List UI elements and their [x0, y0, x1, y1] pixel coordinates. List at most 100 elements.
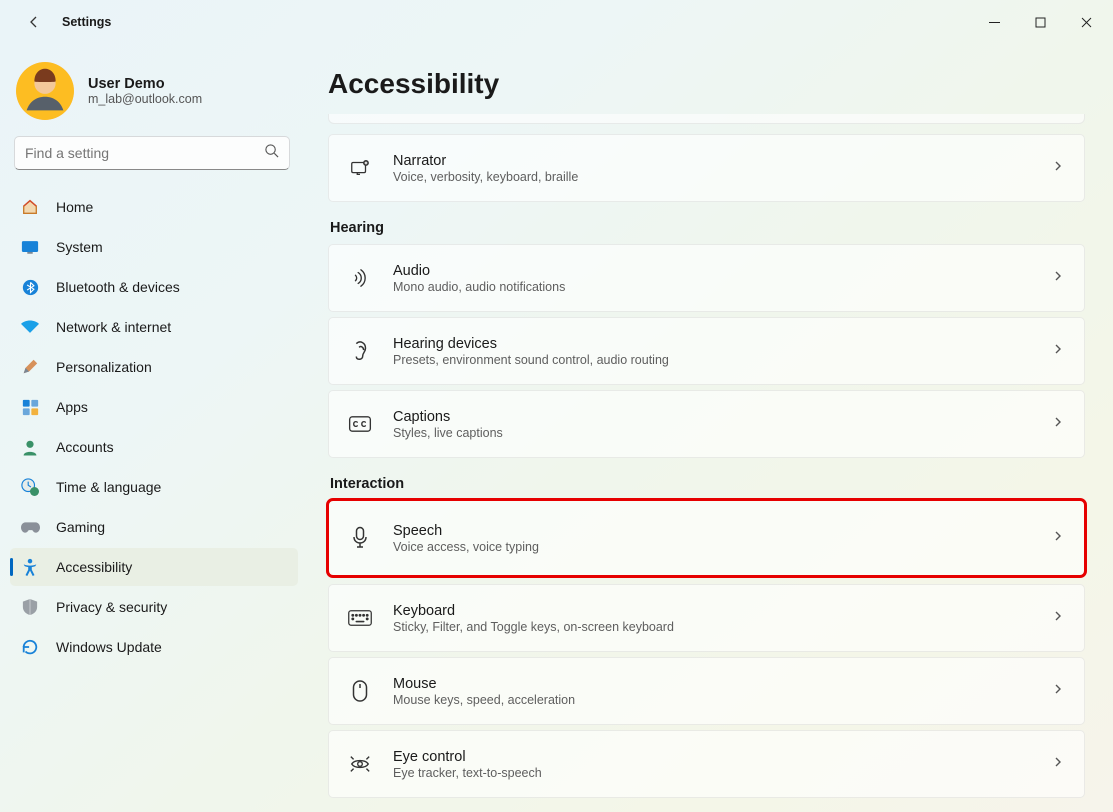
minimize-button[interactable]: [971, 6, 1017, 38]
profile-name: User Demo: [88, 76, 202, 92]
app-title: Settings: [62, 15, 111, 29]
nav-accounts[interactable]: Accounts: [10, 428, 298, 466]
nav-label: Network & internet: [56, 319, 171, 335]
nav-personalization[interactable]: Personalization: [10, 348, 298, 386]
audio-icon: [347, 265, 373, 291]
card-title: Keyboard: [393, 603, 1052, 619]
wifi-icon: [20, 317, 40, 337]
bluetooth-icon: [20, 277, 40, 297]
mouse-icon: [347, 678, 373, 704]
nav-label: Windows Update: [56, 639, 162, 655]
avatar: [16, 62, 74, 120]
brush-icon: [20, 357, 40, 377]
minimize-icon: [989, 17, 1000, 28]
nav-accessibility[interactable]: Accessibility: [10, 548, 298, 586]
back-button[interactable]: [18, 6, 50, 38]
card-subtitle: Mono audio, audio notifications: [393, 280, 1052, 294]
card-subtitle: Styles, live captions: [393, 426, 1052, 440]
nav-time-language[interactable]: Time & language: [10, 468, 298, 506]
card-subtitle: Voice, verbosity, keyboard, braille: [393, 170, 1052, 184]
nav-apps[interactable]: Apps: [10, 388, 298, 426]
card-title: Eye control: [393, 749, 1052, 765]
nav-privacy[interactable]: Privacy & security: [10, 588, 298, 626]
nav-bluetooth[interactable]: Bluetooth & devices: [10, 268, 298, 306]
card-subtitle: Eye tracker, text-to-speech: [393, 766, 1052, 780]
nav: Home System Bluetooth & devices Network …: [6, 188, 298, 666]
clock-globe-icon: [20, 477, 40, 497]
card-title: Narrator: [393, 153, 1052, 169]
card-speech[interactable]: Speech Voice access, voice typing: [328, 500, 1085, 576]
window-controls: [971, 6, 1109, 38]
nav-windows-update[interactable]: Windows Update: [10, 628, 298, 666]
card-title: Audio: [393, 263, 1052, 279]
chevron-right-icon: [1052, 529, 1064, 547]
close-button[interactable]: [1063, 6, 1109, 38]
system-icon: [20, 237, 40, 257]
title-bar: Settings: [0, 0, 1113, 44]
card-audio[interactable]: Audio Mono audio, audio notifications: [328, 244, 1085, 312]
shield-icon: [20, 597, 40, 617]
card-keyboard[interactable]: Keyboard Sticky, Filter, and Toggle keys…: [328, 584, 1085, 652]
maximize-icon: [1035, 17, 1046, 28]
card-eye-control[interactable]: Eye control Eye tracker, text-to-speech: [328, 730, 1085, 798]
card-mouse[interactable]: Mouse Mouse keys, speed, acceleration: [328, 657, 1085, 725]
main-content: Accessibility Narrator Voice, verbosity,…: [310, 44, 1113, 812]
page-title: Accessibility: [328, 68, 1085, 100]
apps-icon: [20, 397, 40, 417]
card-hearing-devices[interactable]: Hearing devices Presets, environment sou…: [328, 317, 1085, 385]
maximize-button[interactable]: [1017, 6, 1063, 38]
eye-icon: [347, 751, 373, 777]
card-captions[interactable]: Captions Styles, live captions: [328, 390, 1085, 458]
sidebar: User Demo m_lab@outlook.com Home System …: [0, 44, 310, 812]
home-icon: [20, 197, 40, 217]
nav-label: Privacy & security: [56, 599, 167, 615]
nav-system[interactable]: System: [10, 228, 298, 266]
card-subtitle: Mouse keys, speed, acceleration: [393, 693, 1052, 707]
captions-icon: [347, 411, 373, 437]
update-icon: [20, 637, 40, 657]
nav-label: Gaming: [56, 519, 105, 535]
chevron-right-icon: [1052, 269, 1064, 287]
chevron-right-icon: [1052, 415, 1064, 433]
ear-icon: [347, 338, 373, 364]
nav-label: Time & language: [56, 479, 161, 495]
nav-label: Accounts: [56, 439, 114, 455]
profile-block[interactable]: User Demo m_lab@outlook.com: [6, 56, 298, 136]
person-icon: [20, 437, 40, 457]
chevron-right-icon: [1052, 755, 1064, 773]
card-subtitle: Sticky, Filter, and Toggle keys, on-scre…: [393, 620, 1052, 634]
section-header-hearing: Hearing: [330, 220, 1085, 236]
narrator-icon: [347, 155, 373, 181]
arrow-left-icon: [26, 14, 42, 30]
nav-label: Apps: [56, 399, 88, 415]
nav-network[interactable]: Network & internet: [10, 308, 298, 346]
card-subtitle: Presets, environment sound control, audi…: [393, 353, 1052, 367]
search-input[interactable]: [25, 145, 264, 161]
previous-card-peek: [328, 114, 1085, 124]
card-narrator[interactable]: Narrator Voice, verbosity, keyboard, bra…: [328, 134, 1085, 202]
search-box[interactable]: [14, 136, 290, 170]
nav-label: Personalization: [56, 359, 152, 375]
chevron-right-icon: [1052, 682, 1064, 700]
chevron-right-icon: [1052, 342, 1064, 360]
keyboard-icon: [347, 605, 373, 631]
card-title: Mouse: [393, 676, 1052, 692]
card-title: Captions: [393, 409, 1052, 425]
chevron-right-icon: [1052, 609, 1064, 627]
nav-gaming[interactable]: Gaming: [10, 508, 298, 546]
nav-label: System: [56, 239, 103, 255]
profile-email: m_lab@outlook.com: [88, 92, 202, 106]
microphone-icon: [347, 525, 373, 551]
chevron-right-icon: [1052, 159, 1064, 177]
accessibility-icon: [20, 557, 40, 577]
card-title: Hearing devices: [393, 336, 1052, 352]
nav-label: Bluetooth & devices: [56, 279, 180, 295]
search-icon: [264, 143, 279, 163]
card-subtitle: Voice access, voice typing: [393, 540, 1052, 554]
gamepad-icon: [20, 517, 40, 537]
close-icon: [1081, 17, 1092, 28]
card-title: Speech: [393, 523, 1052, 539]
nav-label: Home: [56, 199, 93, 215]
nav-home[interactable]: Home: [10, 188, 298, 226]
section-header-interaction: Interaction: [330, 476, 1085, 492]
